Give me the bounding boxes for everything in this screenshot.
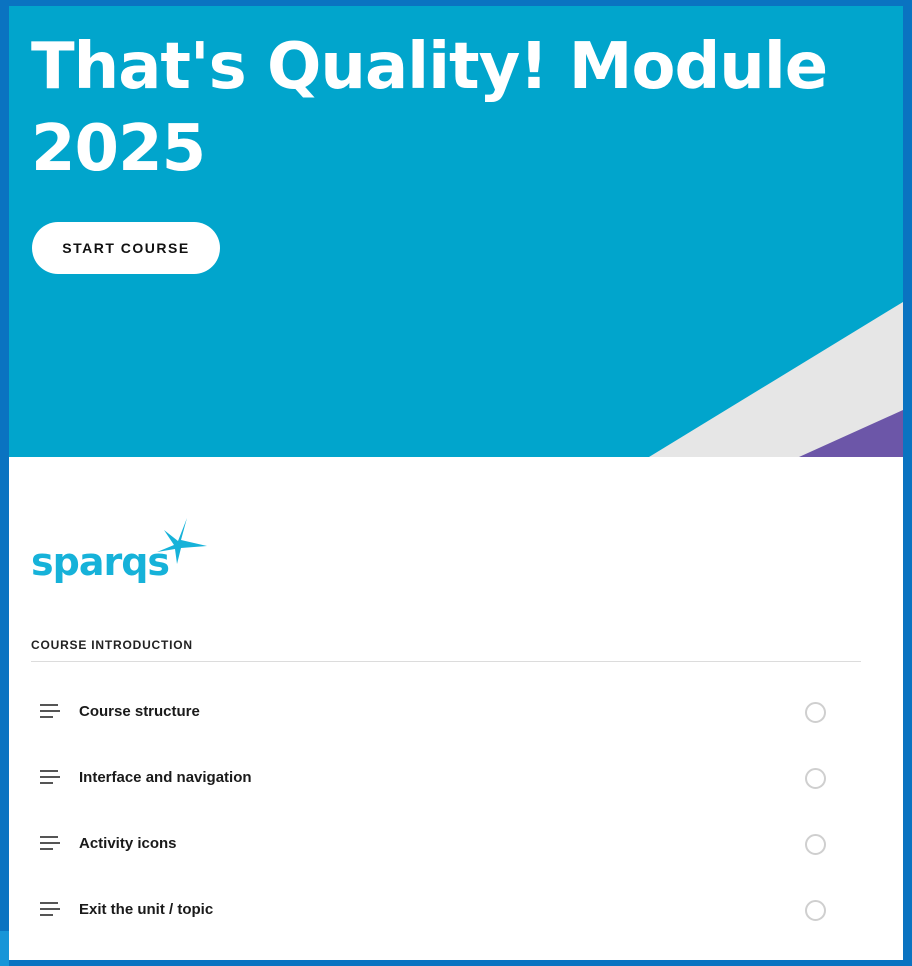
- lesson-list: Course structure Interface and navigatio…: [9, 679, 903, 943]
- lesson-label: Course structure: [79, 703, 200, 720]
- section-divider: [31, 661, 861, 662]
- lesson-item-interface-and-navigation[interactable]: Interface and navigation: [9, 745, 903, 811]
- course-title: That's Quality! Module 2025: [31, 30, 828, 186]
- lesson-label: Activity icons: [79, 835, 177, 852]
- window-edge-accent: [0, 931, 9, 966]
- lesson-status-circle-icon: [805, 702, 826, 723]
- text-lines-icon: [40, 902, 60, 916]
- lesson-item-course-structure[interactable]: Course structure: [9, 679, 903, 745]
- sparqs-logo: sparqs: [31, 516, 211, 596]
- lesson-label: Exit the unit / topic: [79, 901, 214, 918]
- course-window: That's Quality! Module 2025 START COURSE…: [0, 0, 912, 966]
- section-heading: COURSE INTRODUCTION: [31, 638, 193, 652]
- text-lines-icon: [40, 704, 60, 718]
- start-course-button[interactable]: START COURSE: [32, 222, 220, 274]
- course-hero-banner: That's Quality! Module 2025 START COURSE: [9, 6, 903, 457]
- lesson-item-exit-unit-topic[interactable]: Exit the unit / topic: [9, 877, 903, 943]
- star-sparkle-icon: [157, 518, 207, 564]
- lesson-status-circle-icon: [805, 834, 826, 855]
- lesson-status-circle-icon: [805, 768, 826, 789]
- lesson-item-activity-icons[interactable]: Activity icons: [9, 811, 903, 877]
- text-lines-icon: [40, 836, 60, 850]
- lesson-status-circle-icon: [805, 900, 826, 921]
- lesson-label: Interface and navigation: [79, 769, 252, 786]
- text-lines-icon: [40, 770, 60, 784]
